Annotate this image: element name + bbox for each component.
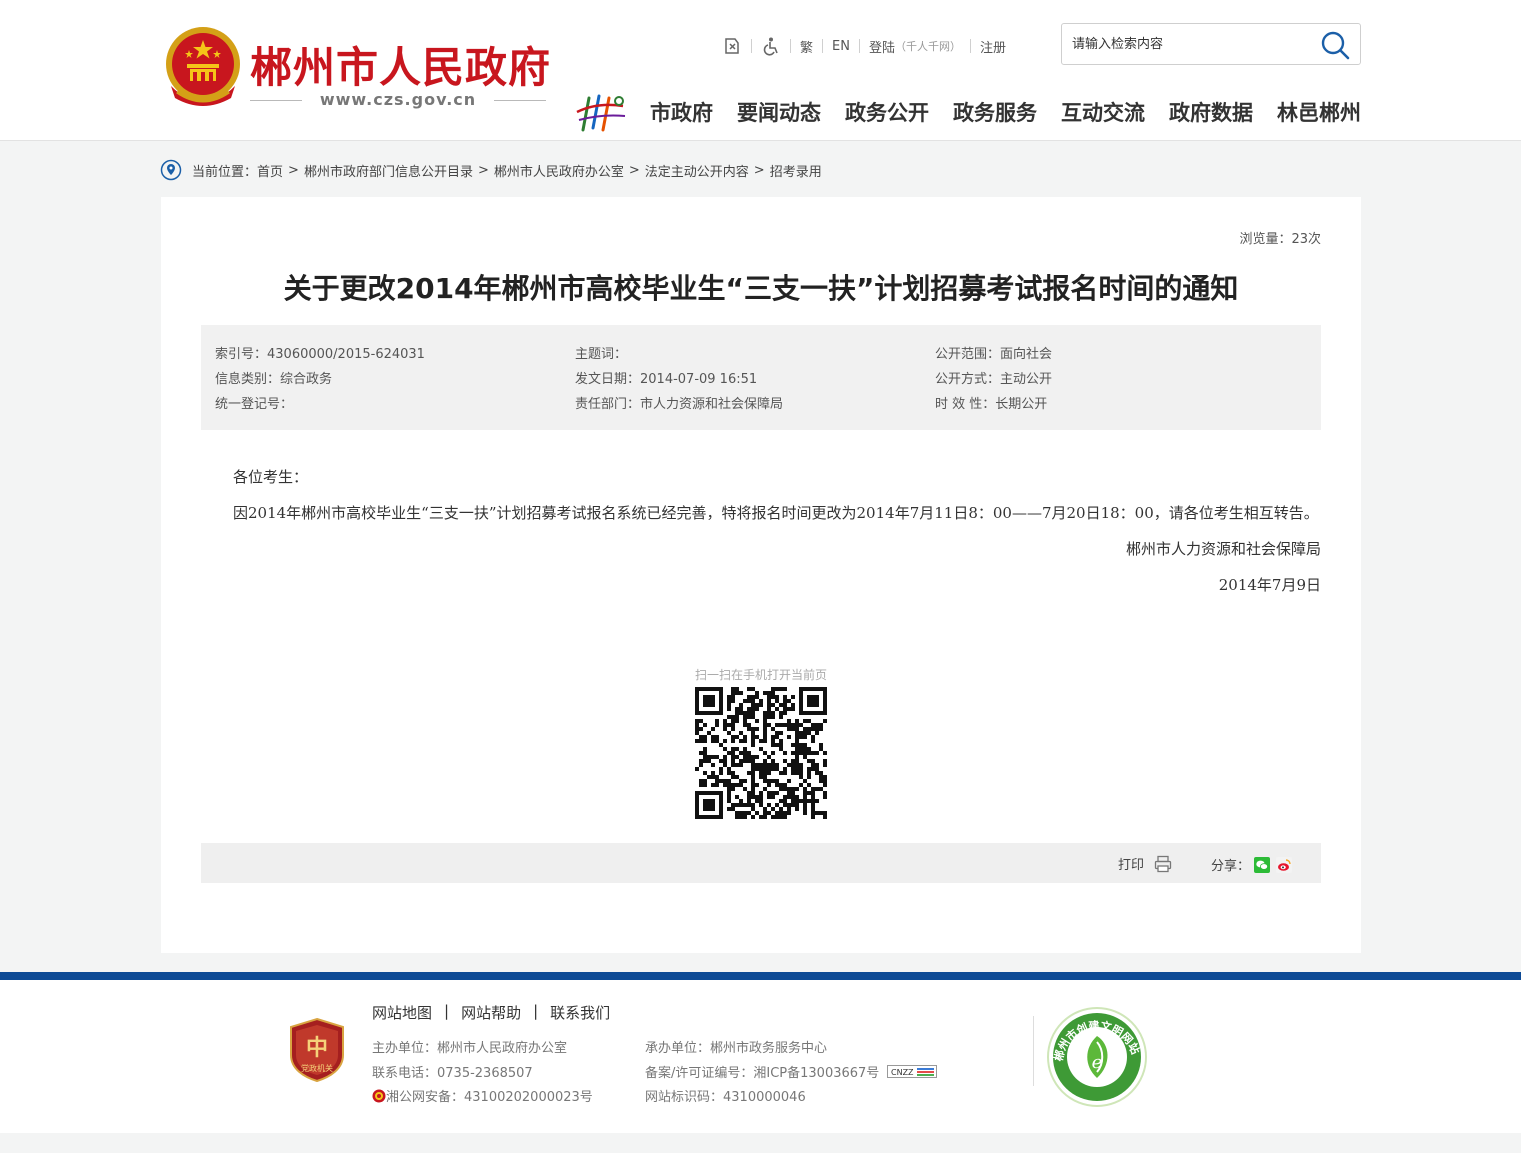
main-nav: 市政府 要闻动态 政务公开 政务服务 互动交流 政府数据 林邑郴州 (650, 97, 1361, 127)
print-label: 打印 (1118, 858, 1145, 873)
location-pin-icon (160, 159, 182, 181)
party-gov-badge-text: 党政机关 (301, 1063, 333, 1073)
wechat-icon[interactable] (1254, 856, 1271, 873)
qr-code-icon (695, 687, 827, 819)
footer-phone: 联系电话：0735-2368507 (372, 1066, 533, 1081)
print-button[interactable]: 打印 (1118, 854, 1172, 873)
traditional-chinese-link[interactable]: 繁 (800, 37, 813, 56)
footer-police-record[interactable]: 湘公网安备：43100202000023号 (372, 1086, 593, 1105)
footer-site-id: 网站标识码：4310000046 (645, 1090, 806, 1105)
nav-item-interaction[interactable]: 互动交流 (1061, 97, 1145, 127)
qr-caption: 扫一扫在手机打开当前页 (694, 668, 827, 682)
search-icon[interactable] (1320, 30, 1350, 60)
site-footer: 中 党政机关 网站地图 | 网站帮助 | 联系我们 主办单位：郴州市人民政府办公… (0, 980, 1521, 1133)
nav-item-news[interactable]: 要闻动态 (737, 97, 821, 127)
breadcrumb-separator: > (628, 162, 640, 178)
site-domain-text: www.czs.gov.cn (319, 90, 477, 109)
weibo-icon[interactable] (1276, 856, 1293, 873)
national-emblem-icon[interactable] (163, 26, 243, 112)
svg-text:e: e (1092, 1052, 1103, 1073)
footer-icp-text: 备案/许可证编号：湘ICP备13003667号 (645, 1066, 880, 1081)
login-note: （千人千网） (894, 40, 961, 53)
article-card: 浏览量：23次 关于更改2014年郴州市高校毕业生“三支一扶”计划招募考试报名时… (161, 197, 1361, 953)
meta-category: 信息类别：综合政务 (215, 372, 333, 387)
meta-scope: 公开范围：面向社会 (935, 347, 1053, 362)
article-date: 2014年7月9日 (1218, 576, 1321, 594)
footer-link-help[interactable]: 网站帮助 (461, 1002, 521, 1023)
footer-divider-bar (0, 972, 1521, 980)
footer-icp[interactable]: 备案/许可证编号：湘ICP备13003667号 CNZZ (645, 1062, 938, 1081)
elder-mode-icon[interactable] (722, 36, 742, 56)
meta-department: 责任部门：市人力资源和社会保障局 (575, 397, 784, 412)
top-links: 繁 EN 登陆 （千人千网） 注册 (722, 34, 1006, 58)
footer-vertical-divider (1033, 1016, 1034, 1086)
article-signature: 郴州市人力资源和社会保障局 (1125, 540, 1321, 558)
nav-item-city-gov[interactable]: 市政府 (650, 97, 713, 127)
cnzz-stat-icon[interactable]: CNZZ (887, 1065, 938, 1078)
meta-method: 公开方式：主动公开 (935, 372, 1053, 387)
meta-validity: 时 效 性：长期公开 (935, 397, 1048, 412)
footer-links: 网站地图 | 网站帮助 | 联系我们 (372, 1002, 611, 1023)
footer-police-text: 湘公网安备：43100202000023号 (386, 1090, 593, 1105)
breadcrumb-separator: > (753, 162, 765, 178)
article-toolbar: 打印 分享： (201, 843, 1321, 883)
site-domain: www.czs.gov.cn (250, 90, 546, 110)
civilized-website-badge-icon[interactable]: 郴州市创建文明网站 e (1046, 1006, 1148, 1108)
view-count: 浏览量：23次 (1239, 232, 1321, 247)
breadcrumb-gov-office[interactable]: 郴州市人民政府办公室 (494, 161, 624, 180)
footer-base (0, 1133, 1521, 1153)
article-meta: 索引号：43060000/2015-624031 主题词： 公开范围：面向社会 … (201, 325, 1321, 430)
site-header: 郴州市人民政府 www.czs.gov.cn 繁 EN 登陆 （千人千网） 注册 (0, 0, 1521, 141)
breadcrumb-home[interactable]: 首页 (257, 161, 283, 180)
cnzz-text: CNZZ (891, 1068, 914, 1077)
footer-host: 主办单位：郴州市人民政府办公室 (372, 1041, 568, 1056)
nav-item-gov-data[interactable]: 政府数据 (1169, 97, 1253, 127)
footer-undertaker: 承办单位：郴州市政务服务中心 (645, 1041, 828, 1056)
printer-icon (1154, 855, 1172, 872)
meta-reg-no: 统一登记号： (215, 397, 294, 412)
english-link[interactable]: EN (832, 39, 850, 54)
meta-subject: 主题词： (575, 347, 628, 362)
footer-link-sitemap[interactable]: 网站地图 (372, 1002, 432, 1023)
login-link[interactable]: 登陆 (869, 37, 895, 56)
nav-item-gov-affairs-open[interactable]: 政务公开 (845, 97, 929, 127)
svg-text:中: 中 (306, 1035, 328, 1061)
breadcrumb-separator: > (288, 162, 299, 178)
article-title: 关于更改2014年郴州市高校毕业生“三支一扶”计划招募考试报名时间的通知 (283, 272, 1239, 305)
breadcrumb-recruitment[interactable]: 招考录用 (770, 161, 822, 180)
linyi-logo-icon (576, 94, 626, 132)
breadcrumb-dept-catalog[interactable]: 郴州市政府部门信息公开目录 (304, 161, 473, 180)
article-body: 各位考生： 因2014年郴州市高校毕业生“三支一扶”计划招募考试报名系统已经完善… (201, 459, 1321, 603)
register-link[interactable]: 注册 (980, 37, 1006, 56)
article-greeting: 各位考生： (233, 468, 309, 486)
police-badge-icon (372, 1089, 386, 1102)
footer-link-contact[interactable]: 联系我们 (550, 1002, 610, 1023)
meta-issue-date: 发文日期：2014-07-09 16:51 (575, 372, 758, 387)
nav-item-gov-services[interactable]: 政务服务 (953, 97, 1037, 127)
breadcrumb: 当前位置： 首页 > 郴州市政府部门信息公开目录 > 郴州市人民政府办公室 > … (160, 158, 822, 182)
article-paragraph: 因2014年郴州市高校毕业生“三支一扶”计划招募考试报名系统已经完善，特将报名时… (233, 504, 1319, 522)
search-input[interactable] (1072, 33, 1312, 55)
site-title[interactable]: 郴州市人民政府 (250, 34, 551, 95)
search-box (1061, 23, 1361, 65)
share-label: 分享： (1211, 859, 1251, 874)
nav-item-linyi-chenzhou[interactable]: 林邑郴州 (1277, 97, 1361, 127)
accessibility-icon[interactable] (761, 36, 781, 56)
breadcrumb-label: 当前位置： (192, 164, 258, 180)
party-gov-badge-icon[interactable]: 中 党政机关 (288, 1017, 346, 1083)
share-bar: 分享： (1211, 855, 1293, 874)
meta-index-no: 索引号：43060000/2015-624031 (215, 347, 425, 362)
breadcrumb-separator: > (477, 162, 489, 178)
breadcrumb-statutory-content[interactable]: 法定主动公开内容 (645, 161, 749, 180)
